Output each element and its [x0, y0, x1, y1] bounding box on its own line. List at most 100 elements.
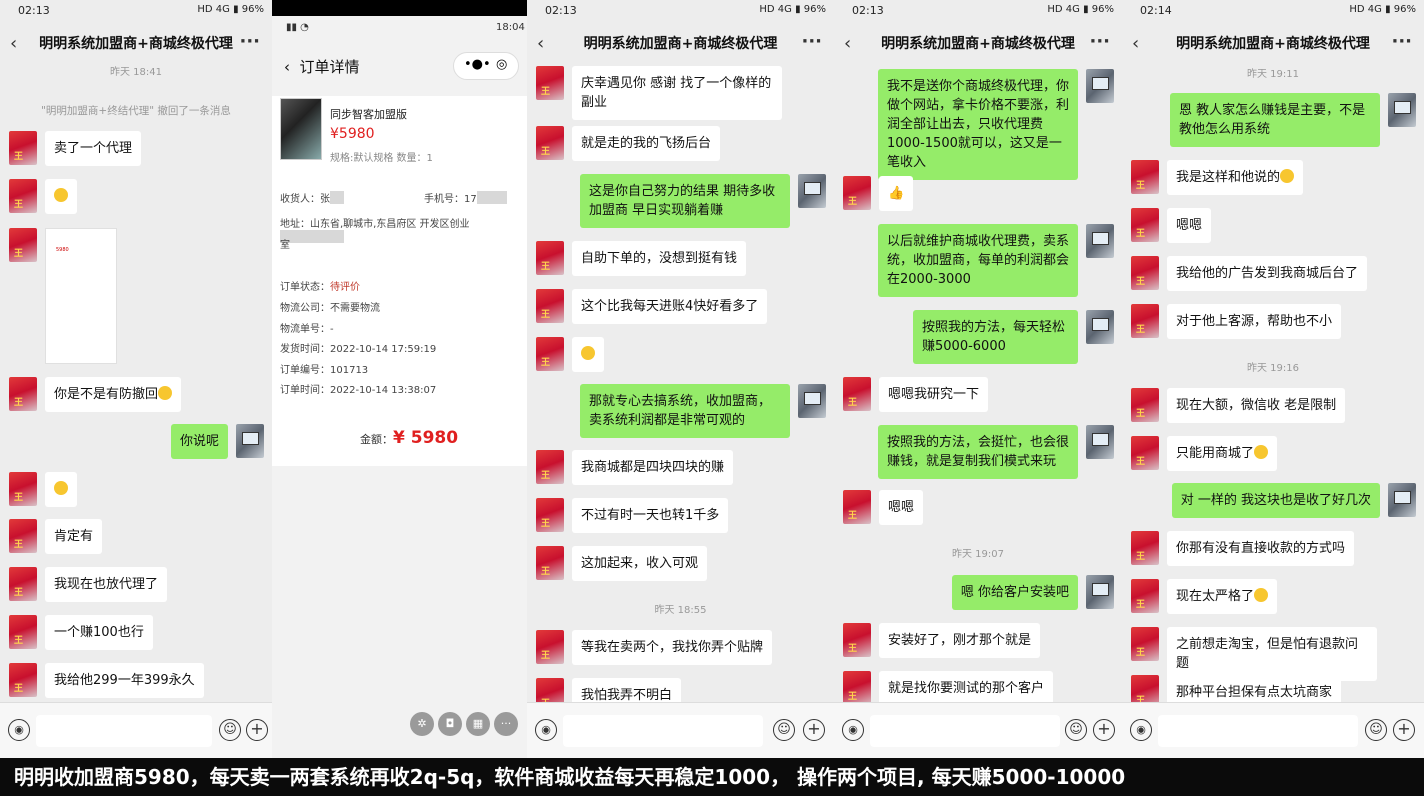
message[interactable]: 现在大额，微信收 老是限制	[1131, 388, 1346, 423]
avatar[interactable]	[9, 131, 37, 165]
image-message[interactable]: 5980	[45, 228, 117, 364]
message[interactable]: 这加起来，收入可观	[536, 546, 708, 581]
avatar[interactable]	[536, 450, 564, 484]
message[interactable]: 我现在也放代理了	[9, 567, 168, 602]
more-icon[interactable]: •●•	[464, 57, 491, 72]
avatar[interactable]	[1388, 93, 1416, 127]
avatar[interactable]	[1131, 436, 1159, 470]
avatar[interactable]	[9, 663, 37, 697]
message[interactable]: 不过有时一天也转1千多	[536, 498, 729, 533]
grid-icon[interactable]: ▦	[466, 712, 490, 736]
message[interactable]: 对 一样的 我这块也是收了好几次	[1171, 483, 1416, 518]
avatar[interactable]	[1131, 304, 1159, 338]
avatar[interactable]	[536, 289, 564, 323]
message[interactable]: 现在太严格了	[1131, 579, 1278, 614]
avatar[interactable]	[1131, 256, 1159, 290]
share-icon[interactable]: ✲	[410, 712, 434, 736]
message[interactable]: 我给他299一年399永久	[9, 663, 204, 698]
avatar[interactable]	[9, 519, 37, 553]
more-dots-icon[interactable]: ···	[494, 712, 518, 736]
message[interactable]: 5980	[9, 228, 117, 364]
avatar[interactable]	[9, 615, 37, 649]
avatar[interactable]	[1086, 224, 1114, 258]
message[interactable]: 嗯 你给客户安装吧	[951, 575, 1114, 610]
bag-icon[interactable]: ◘	[438, 712, 462, 736]
avatar[interactable]	[1131, 531, 1159, 565]
message[interactable]: 卖了一个代理	[9, 131, 142, 166]
plus-icon[interactable]: +	[1393, 719, 1415, 741]
product-image[interactable]	[280, 98, 322, 160]
message[interactable]: 安装好了，刚才那个就是	[843, 623, 1041, 658]
back-icon[interactable]: ‹	[537, 30, 544, 58]
message[interactable]: 你是不是有防撤回	[9, 377, 182, 412]
message[interactable]	[9, 472, 77, 507]
message[interactable]: 按照我的方法，会挺忙，也会很赚钱，就是复制我们模式来玩	[878, 425, 1114, 479]
more-icon[interactable]: ···	[1391, 28, 1412, 56]
message[interactable]: 之前想走淘宝，但是怕有退款问题	[1131, 627, 1377, 681]
message-input[interactable]	[870, 715, 1060, 747]
more-icon[interactable]: ···	[1089, 28, 1110, 56]
voice-icon[interactable]: ◉	[8, 719, 30, 741]
plus-icon[interactable]: +	[246, 719, 268, 741]
avatar[interactable]	[9, 179, 37, 213]
avatar[interactable]	[536, 241, 564, 275]
avatar[interactable]	[236, 424, 264, 458]
avatar[interactable]	[536, 498, 564, 532]
message[interactable]	[9, 179, 77, 214]
message[interactable]: 那就专心去搞系统，收加盟商，卖系统利润都是非常可观的	[580, 384, 826, 438]
back-icon[interactable]: ‹	[284, 58, 290, 76]
emoji-button-icon[interactable]: ☺	[1065, 719, 1087, 741]
avatar[interactable]	[1086, 310, 1114, 344]
avatar[interactable]	[1131, 579, 1159, 613]
emoji-button-icon[interactable]: ☺	[773, 719, 795, 741]
message[interactable]: 只能用商城了	[1131, 436, 1278, 471]
avatar[interactable]	[843, 377, 871, 411]
message[interactable]: 你那有没有直接收款的方式吗	[1131, 531, 1355, 566]
message[interactable]: 嗯嗯	[843, 490, 924, 525]
voice-icon[interactable]: ◉	[1130, 719, 1152, 741]
message[interactable]: 嗯嗯	[1131, 208, 1212, 243]
avatar[interactable]	[536, 630, 564, 664]
plus-icon[interactable]: +	[803, 719, 825, 741]
avatar[interactable]	[536, 66, 564, 100]
message[interactable]: 自助下单的，没想到挺有钱	[536, 241, 747, 276]
avatar[interactable]	[843, 671, 871, 705]
avatar[interactable]	[9, 472, 37, 506]
avatar[interactable]	[843, 490, 871, 524]
message-input[interactable]	[1158, 715, 1358, 747]
avatar[interactable]	[1086, 575, 1114, 609]
message[interactable]: 恩 教人家怎么赚钱是主要，不是教他怎么用系统	[1170, 93, 1416, 147]
message[interactable]: 就是找你要测试的那个客户	[843, 671, 1054, 706]
avatar[interactable]	[536, 126, 564, 160]
avatar[interactable]	[798, 384, 826, 418]
message[interactable]: 我给他的广告发到我商城后台了	[1131, 256, 1368, 291]
avatar[interactable]	[1388, 483, 1416, 517]
emoji-button-icon[interactable]: ☺	[1365, 719, 1387, 741]
emoji-button-icon[interactable]: ☺	[219, 719, 241, 741]
avatar[interactable]	[9, 567, 37, 601]
more-icon[interactable]: ···	[239, 28, 260, 56]
message-input[interactable]	[563, 715, 763, 747]
avatar[interactable]	[536, 546, 564, 580]
avatar[interactable]	[843, 623, 871, 657]
back-icon[interactable]: ‹	[844, 30, 851, 58]
message[interactable]: 我是这样和他说的	[1131, 160, 1304, 195]
avatar[interactable]	[9, 228, 37, 262]
avatar[interactable]	[1131, 208, 1159, 242]
avatar[interactable]	[536, 337, 564, 371]
message[interactable]: 肯定有	[9, 519, 103, 554]
message[interactable]: 嗯嗯我研究一下	[843, 377, 989, 412]
message[interactable]: 庆幸遇见你 感谢 找了一个像样的副业	[536, 66, 782, 120]
more-icon[interactable]: ···	[801, 28, 822, 56]
message[interactable]: 这个比我每天进账4快好看多了	[536, 289, 768, 324]
avatar[interactable]	[1131, 160, 1159, 194]
avatar[interactable]	[1086, 69, 1114, 103]
avatar[interactable]	[1131, 627, 1159, 661]
voice-icon[interactable]: ◉	[535, 719, 557, 741]
avatar[interactable]	[798, 174, 826, 208]
message[interactable]: 👍	[843, 176, 914, 211]
message[interactable]: 我商城都是四块四块的赚	[536, 450, 734, 485]
back-icon[interactable]: ‹	[10, 30, 17, 58]
message[interactable]: 这是你自己努力的结果 期待多收加盟商 早日实现躺着赚	[580, 174, 826, 228]
message[interactable]: 以后就维护商城收代理费，卖系统，收加盟商，每单的利润都会在2000-3000	[878, 224, 1114, 297]
